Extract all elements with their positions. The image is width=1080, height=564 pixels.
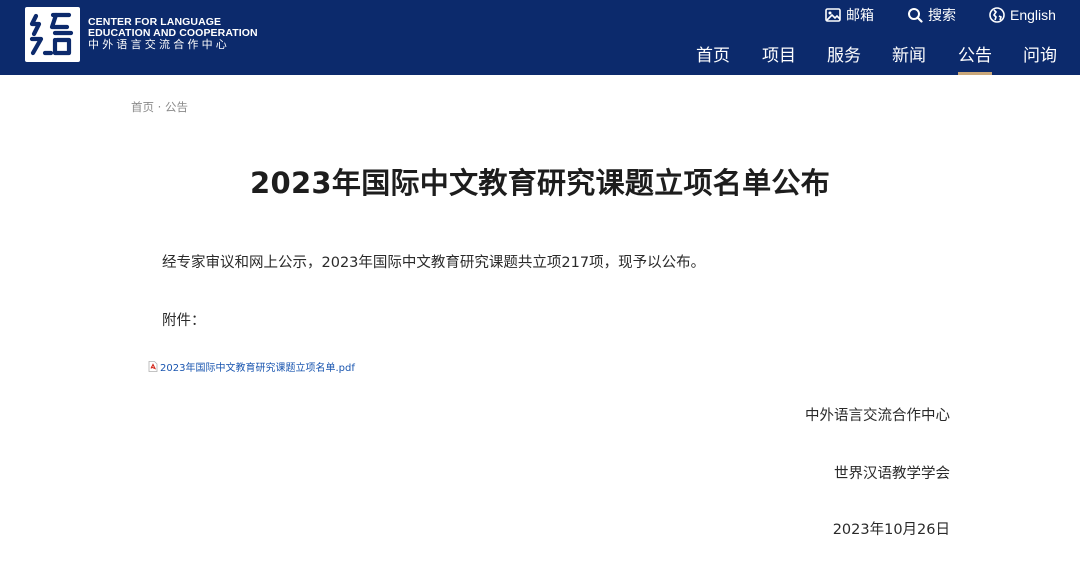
search-label: 搜索 bbox=[928, 8, 956, 24]
attachment-filename: 2023年国际中文教育研究课题立项名单.pdf bbox=[160, 363, 355, 374]
logo-chinese: 中外语言交流合作中心 bbox=[88, 38, 230, 51]
search-link[interactable]: 搜索 bbox=[907, 5, 956, 25]
signature-org1: 中外语言交流合作中心 bbox=[805, 408, 950, 424]
logo[interactable] bbox=[25, 7, 80, 62]
nav-inquiry[interactable]: 问询 bbox=[1023, 41, 1057, 75]
logo-mark-icon bbox=[29, 12, 74, 56]
attachment-label: 附件： bbox=[162, 313, 206, 329]
article-paragraph: 经专家审议和网上公示，2023年国际中文教育研究课题共立项217项，现予以公布。 bbox=[162, 255, 706, 271]
signature-date: 2023年10月26日 bbox=[832, 522, 950, 538]
breadcrumb[interactable]: 首页 · 公告 bbox=[131, 99, 188, 115]
nav-home[interactable]: 首页 bbox=[696, 41, 730, 75]
nav-announcements[interactable]: 公告 bbox=[958, 41, 992, 75]
signature-org2: 世界汉语教学学会 bbox=[834, 466, 950, 482]
globe-icon bbox=[989, 7, 1005, 23]
mail-link[interactable]: 邮箱 bbox=[825, 5, 874, 25]
mail-label: 邮箱 bbox=[846, 8, 874, 24]
article-title: 2023年国际中文教育研究课题立项名单公布 bbox=[249, 166, 830, 200]
site-header: CENTER FOR LANGUAGE EDUCATION AND COOPER… bbox=[0, 0, 1080, 75]
nav-news[interactable]: 新闻 bbox=[892, 41, 926, 75]
english-link[interactable]: English bbox=[989, 5, 1056, 25]
logo-text: CENTER FOR LANGUAGE EDUCATION AND COOPER… bbox=[88, 17, 258, 51]
nav-services[interactable]: 服务 bbox=[827, 41, 861, 75]
search-icon bbox=[908, 8, 923, 23]
attachment-link[interactable]: 2023年国际中文教育研究课题立项名单.pdf bbox=[148, 359, 355, 374]
english-label: English bbox=[1010, 7, 1056, 23]
mail-image-icon bbox=[825, 8, 841, 22]
nav-projects[interactable]: 项目 bbox=[762, 41, 796, 75]
pdf-file-icon bbox=[148, 361, 158, 372]
